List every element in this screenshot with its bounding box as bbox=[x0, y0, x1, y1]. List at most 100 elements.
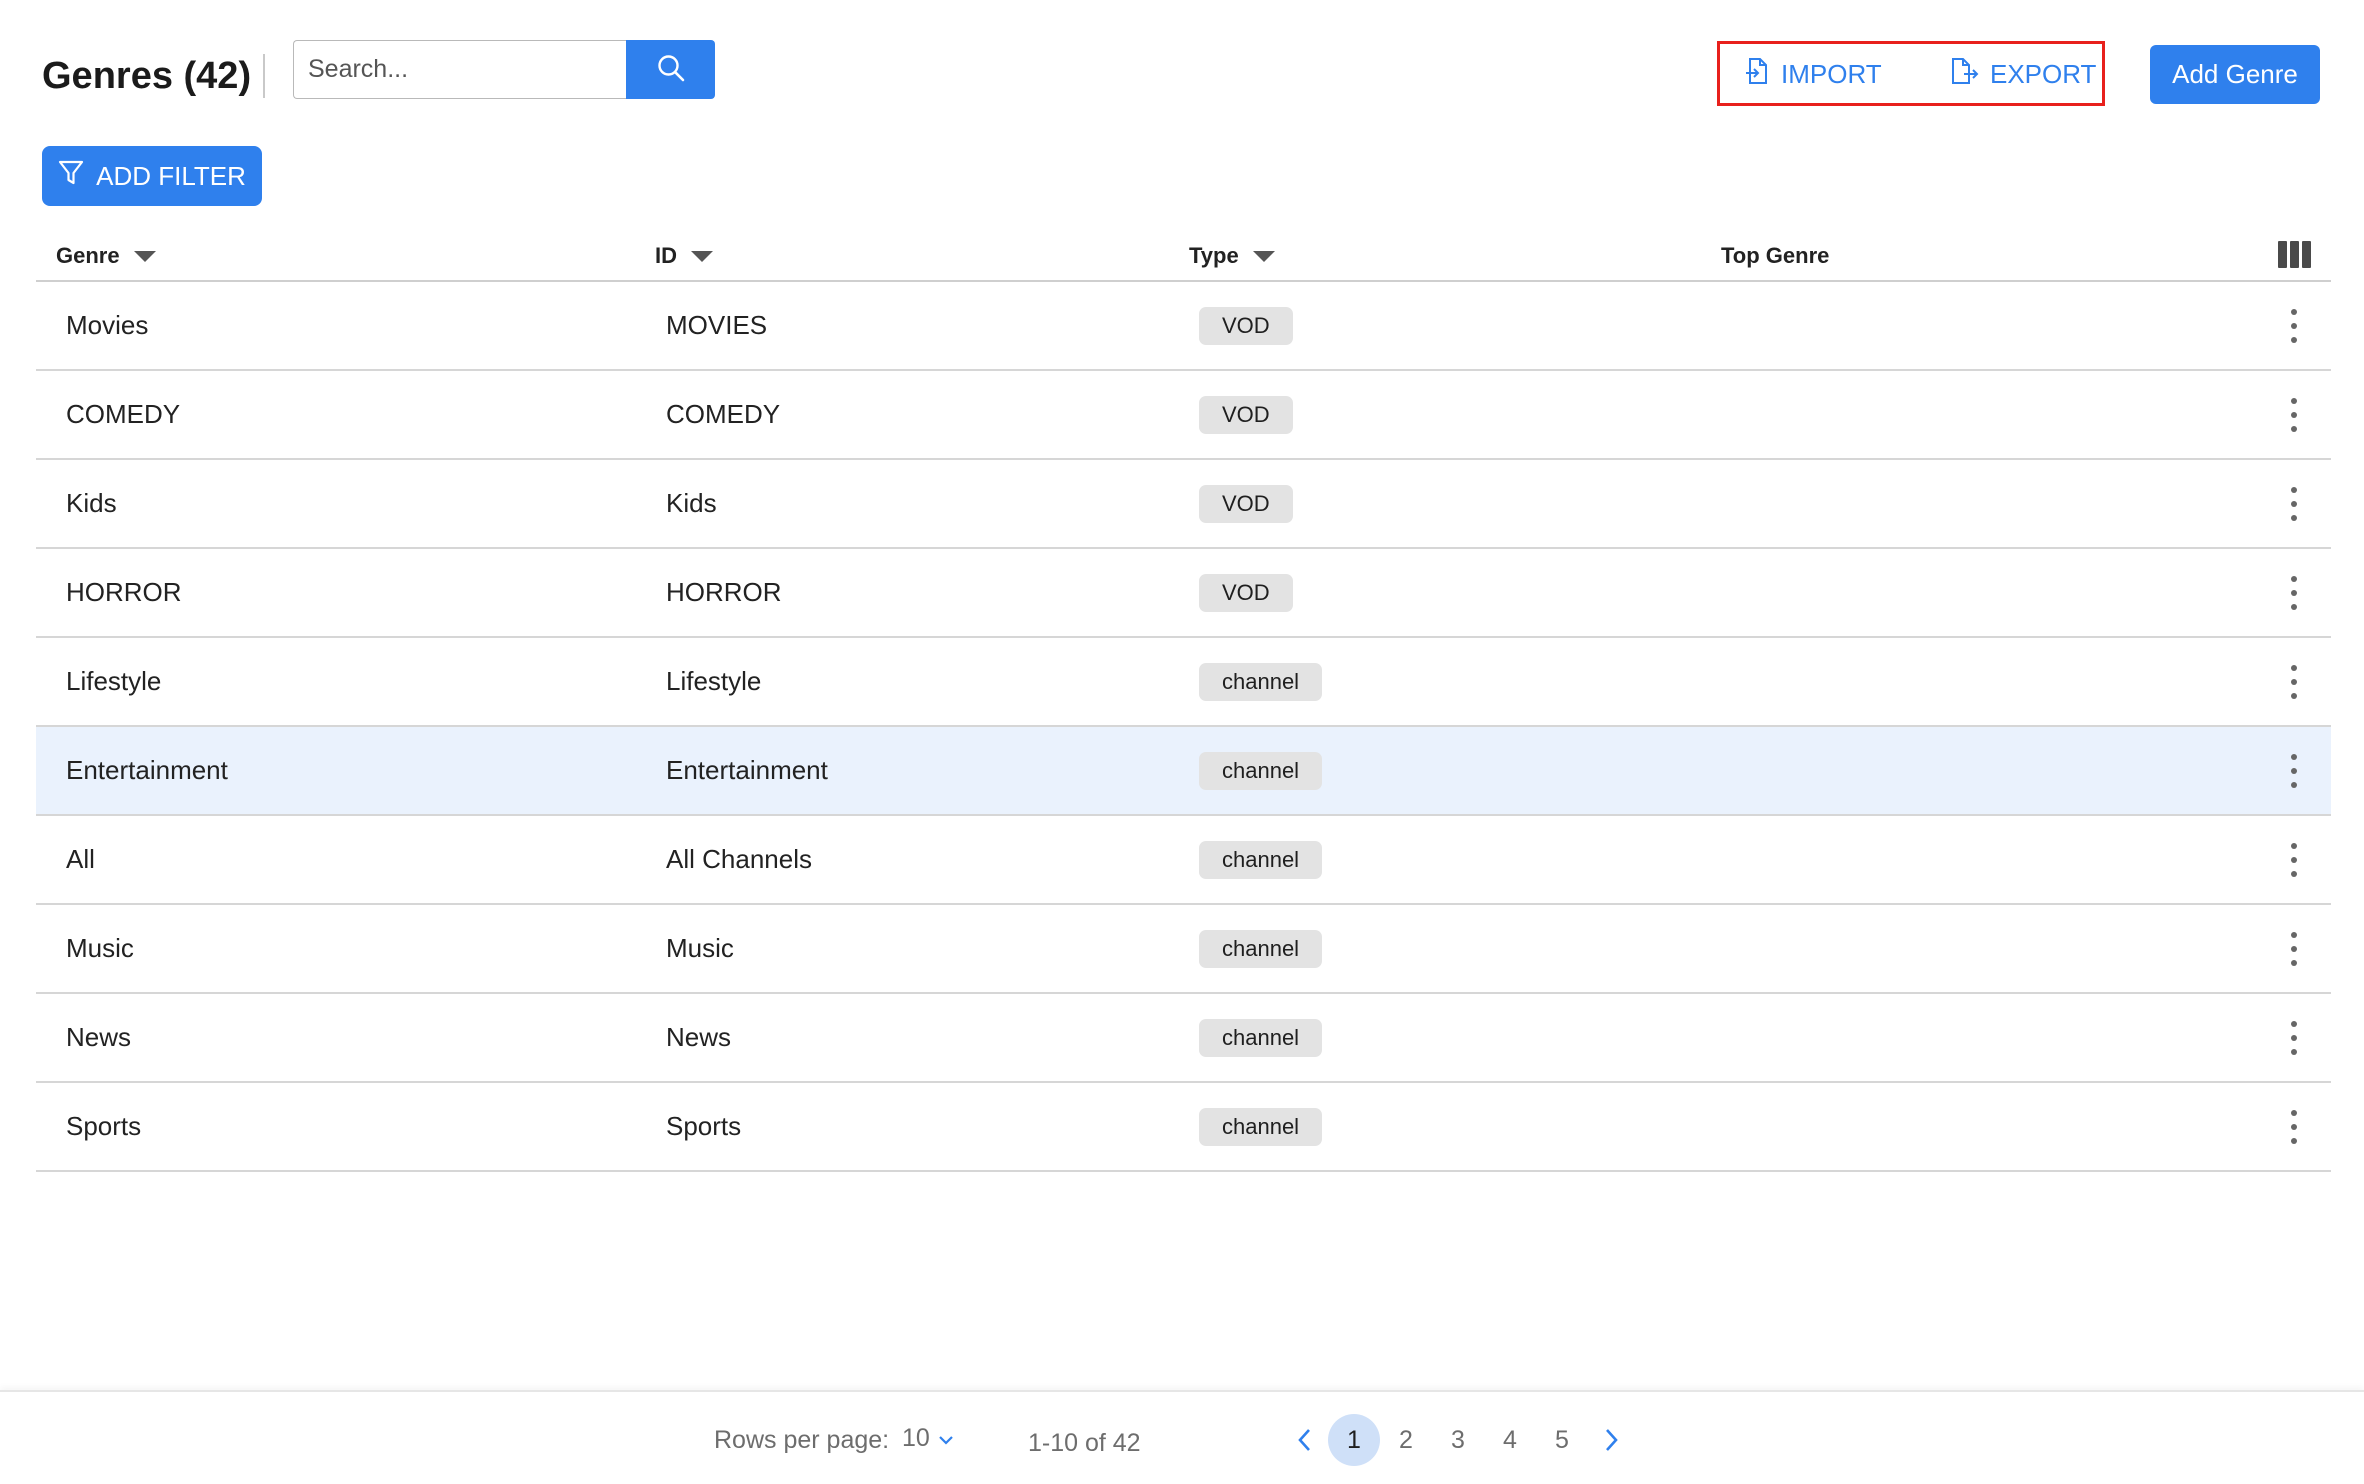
table-row[interactable]: Lifestyle Lifestyle channel bbox=[36, 638, 2331, 727]
table-row[interactable]: Movies MOVIES VOD bbox=[36, 282, 2331, 371]
type-chip: VOD bbox=[1199, 484, 1293, 523]
page-button-4[interactable]: 4 bbox=[1484, 1414, 1536, 1466]
column-label-type: Type bbox=[1189, 243, 1239, 268]
table-header: Genre ID Type Top Genre bbox=[36, 233, 2331, 282]
more-vert-icon[interactable] bbox=[2279, 1021, 2309, 1055]
columns-icon[interactable] bbox=[2278, 241, 2311, 268]
genre-cell: Music bbox=[66, 933, 134, 963]
more-vert-icon[interactable] bbox=[2279, 754, 2309, 788]
table-row[interactable]: Kids Kids VOD bbox=[36, 460, 2331, 549]
export-label: EXPORT bbox=[1990, 58, 2097, 89]
rows-per-page-select[interactable]: 10 bbox=[902, 1424, 954, 1453]
type-cell: channel bbox=[1199, 994, 1323, 1081]
more-vert-icon[interactable] bbox=[2279, 309, 2309, 343]
type-cell: channel bbox=[1199, 816, 1323, 903]
type-cell: channel bbox=[1199, 638, 1323, 725]
type-chip: channel bbox=[1199, 751, 1323, 790]
type-cell: VOD bbox=[1199, 460, 1293, 547]
pager: 1 2 3 4 5 bbox=[1280, 1414, 1636, 1466]
genre-cell: COMEDY bbox=[66, 399, 181, 429]
type-chip: channel bbox=[1199, 1107, 1323, 1146]
import-label: IMPORT bbox=[1781, 58, 1882, 89]
more-vert-icon[interactable] bbox=[2279, 843, 2309, 877]
type-chip: VOD bbox=[1199, 306, 1293, 345]
more-vert-icon[interactable] bbox=[2279, 398, 2309, 432]
genre-cell: Entertainment bbox=[66, 755, 228, 785]
import-button[interactable]: IMPORT bbox=[1745, 52, 1882, 96]
type-chip: channel bbox=[1199, 840, 1323, 879]
more-vert-icon[interactable] bbox=[2279, 932, 2309, 966]
sort-arrow-icon bbox=[691, 250, 713, 262]
add-filter-button[interactable]: ADD FILTER bbox=[42, 146, 262, 206]
genre-cell: HORROR bbox=[66, 577, 182, 607]
genre-cell: News bbox=[66, 1022, 132, 1052]
search-icon bbox=[656, 53, 686, 86]
table-row[interactable]: News News channel bbox=[36, 994, 2331, 1083]
page-button-5[interactable]: 5 bbox=[1536, 1414, 1588, 1466]
column-label-top-genre: Top Genre bbox=[1721, 243, 1830, 268]
table-row[interactable]: COMEDY COMEDY VOD bbox=[36, 371, 2331, 460]
chevron-down-icon bbox=[938, 1424, 954, 1453]
search-button[interactable] bbox=[626, 40, 715, 99]
column-header-top-genre: Top Genre bbox=[1721, 243, 1829, 269]
add-filter-label: ADD FILTER bbox=[96, 160, 246, 191]
type-cell: channel bbox=[1199, 1083, 1323, 1170]
type-cell: channel bbox=[1199, 905, 1323, 992]
genre-cell: Movies bbox=[66, 310, 149, 340]
sort-arrow-icon bbox=[133, 250, 156, 262]
id-cell: MOVIES bbox=[666, 310, 768, 340]
page-button-2[interactable]: 2 bbox=[1380, 1414, 1432, 1466]
id-cell: All Channels bbox=[666, 844, 812, 874]
table-row[interactable]: HORROR HORROR VOD bbox=[36, 549, 2331, 638]
id-cell: HORROR bbox=[666, 577, 782, 607]
genre-cell: All bbox=[66, 844, 95, 874]
type-chip: channel bbox=[1199, 662, 1323, 701]
id-cell: News bbox=[666, 1022, 732, 1052]
type-cell: VOD bbox=[1199, 282, 1293, 369]
type-cell: VOD bbox=[1199, 371, 1293, 458]
type-chip: VOD bbox=[1199, 395, 1293, 434]
column-header-id[interactable]: ID bbox=[655, 243, 713, 269]
id-cell: Music bbox=[666, 933, 734, 963]
column-header-genre[interactable]: Genre bbox=[56, 243, 156, 269]
more-vert-icon[interactable] bbox=[2279, 576, 2309, 610]
table-row-selected[interactable]: Entertainment Entertainment channel bbox=[36, 727, 2331, 816]
chevron-right-icon[interactable] bbox=[1588, 1414, 1636, 1466]
column-label-genre: Genre bbox=[56, 243, 120, 268]
title-divider bbox=[263, 54, 265, 98]
column-header-type[interactable]: Type bbox=[1189, 243, 1275, 269]
id-cell: Sports bbox=[666, 1111, 742, 1141]
page-button-3[interactable]: 3 bbox=[1432, 1414, 1484, 1466]
more-vert-icon[interactable] bbox=[2279, 487, 2309, 521]
export-icon bbox=[1950, 56, 1980, 93]
type-cell: channel bbox=[1199, 727, 1323, 814]
page-range: 1-10 of 42 bbox=[1028, 1429, 1141, 1457]
id-cell: COMEDY bbox=[666, 399, 781, 429]
add-genre-button[interactable]: Add Genre bbox=[2150, 45, 2320, 104]
column-label-id: ID bbox=[655, 243, 677, 268]
chevron-left-icon[interactable] bbox=[1280, 1414, 1328, 1466]
filter-icon bbox=[58, 159, 84, 194]
id-cell: Lifestyle bbox=[666, 666, 762, 696]
id-cell: Kids bbox=[666, 488, 717, 518]
genre-cell: Kids bbox=[66, 488, 117, 518]
genre-cell: Sports bbox=[66, 1111, 142, 1141]
export-button[interactable]: EXPORT bbox=[1950, 52, 2096, 96]
pagination-footer: Rows per page: 10 1-10 of 42 1 2 3 4 5 bbox=[0, 1390, 2364, 1484]
genre-cell: Lifestyle bbox=[66, 666, 162, 696]
search-input[interactable] bbox=[293, 40, 626, 99]
rows-per-page-label: Rows per page: bbox=[714, 1426, 890, 1454]
page-button-1[interactable]: 1 bbox=[1328, 1414, 1380, 1466]
more-vert-icon[interactable] bbox=[2279, 1110, 2309, 1144]
search-bar bbox=[293, 40, 715, 99]
table-row[interactable]: All All Channels channel bbox=[36, 816, 2331, 905]
id-cell: Entertainment bbox=[666, 755, 828, 785]
table-row[interactable]: Music Music channel bbox=[36, 905, 2331, 994]
type-cell: VOD bbox=[1199, 549, 1293, 636]
page-title: Genres (42) bbox=[42, 55, 252, 97]
type-chip: VOD bbox=[1199, 573, 1293, 612]
more-vert-icon[interactable] bbox=[2279, 665, 2309, 699]
genres-table: Genre ID Type Top Genre Movies MOVIES VO… bbox=[36, 233, 2331, 1172]
import-icon bbox=[1745, 56, 1771, 93]
table-row[interactable]: Sports Sports channel bbox=[36, 1083, 2331, 1172]
